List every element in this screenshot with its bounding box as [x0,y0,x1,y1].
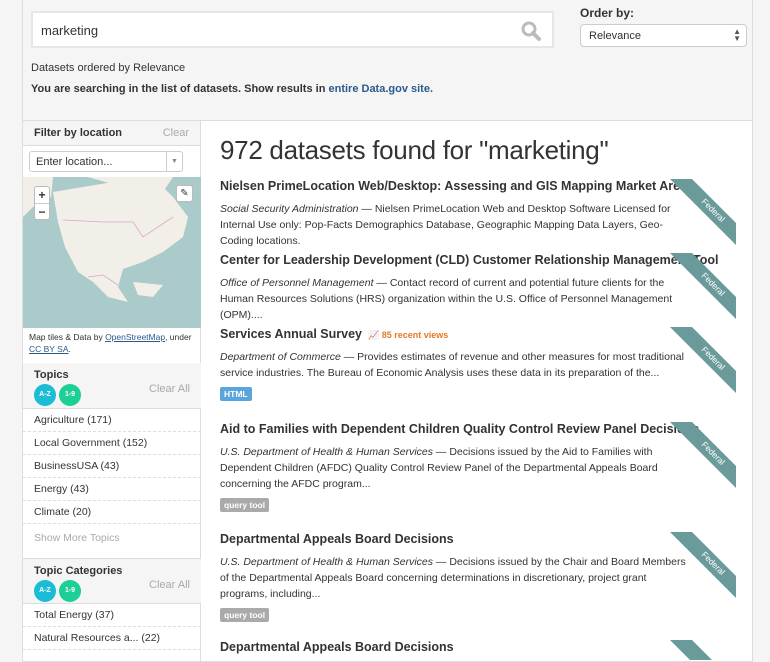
topic-item[interactable]: Local Government (152) [23,432,201,455]
location-title: Filter by location [34,127,123,139]
osm-link[interactable]: OpenStreetMap [105,332,165,342]
category-item[interactable]: Total Energy (37) [23,604,201,627]
result-title[interactable]: Aid to Families with Dependent Children … [220,422,740,436]
map-zoom-control: + − [34,186,50,220]
ordered-text: Datasets ordered by Relevance [31,62,186,74]
scope-text: You are searching in the list of dataset… [31,83,433,95]
views-text: 85 recent views [381,330,449,340]
format-badge[interactable]: HTML [220,387,252,401]
categories-title: Topic Categories [34,565,123,577]
result-desc: Department of Commerce — Provides estima… [220,349,695,381]
location-placeholder: Enter location... [36,156,113,168]
search-panel: marketing Order by: Relevance ▲ ▼ Datasets… [22,0,753,120]
attr-mid: , under [165,332,192,342]
dropdown-icon[interactable]: ▼ [166,152,182,171]
zoom-in-button[interactable]: + [35,187,49,203]
result-title[interactable]: Departmental Appeals Board Decisions [220,532,740,546]
result-org: Department of Commerce [220,351,341,363]
select-arrows-icon: ▲ ▼ [733,27,741,43]
result-org: Social Security Administration [220,203,359,215]
result-title[interactable]: Departmental Appeals Board Decisions [220,640,740,654]
search-icon[interactable] [520,20,542,42]
order-select[interactable]: Relevance ▲ ▼ [580,24,747,47]
map-attribution: Map tiles & Data by OpenStreetMap, under… [29,332,192,354]
pencil-icon[interactable]: ✎ [176,185,193,202]
result-item: Nielsen PrimeLocation Web/Desktop: Asses… [220,179,740,249]
attr-prefix: Map tiles & Data by [29,332,106,342]
result-desc: U.S. Department of Health & Human Servic… [220,554,695,602]
result-item: Center for Leadership Development (CLD) … [220,253,740,323]
topic-item[interactable]: Climate (20) [23,501,201,524]
result-desc: Social Security Administration — Nielsen… [220,201,695,249]
result-org: Office of Personnel Management [220,277,374,289]
result-item: Services Annual Survey 📈 85 recent views … [220,327,740,402]
result-title[interactable]: Services Annual Survey [220,327,362,341]
location-map[interactable]: + − ✎ [23,177,201,328]
result-org: U.S. Department of Health & Human Servic… [220,446,434,458]
categories-header: Topic Categories A-Z 1-9 Clear All [23,558,201,604]
sort-count-button[interactable]: 1-9 [59,384,81,406]
search-value: marketing [41,23,99,38]
result-title[interactable]: Nielsen PrimeLocation Web/Desktop: Asses… [220,179,740,193]
entire-site-link[interactable]: entire Data.gov site. [328,83,433,95]
topics-clear-all[interactable]: Clear All [149,383,190,395]
format-badge[interactable]: query tool [220,608,270,622]
zoom-out-button[interactable]: − [35,203,49,220]
result-title[interactable]: Center for Leadership Development (CLD) … [220,253,740,267]
order-label: Order by: [580,6,635,20]
results-heading: 972 datasets found for "marketing" [220,135,609,165]
results-panel: 972 datasets found for "marketing" Niels… [202,121,752,661]
categories-clear-all[interactable]: Clear All [149,579,190,591]
category-item[interactable]: Natural Resources a... (22) [23,627,201,650]
result-item: Departmental Appeals Board Decisions [220,640,740,661]
license-link[interactable]: CC BY SA [29,344,69,354]
topic-item[interactable]: Energy (43) [23,478,201,501]
location-input[interactable]: Enter location... ▼ [29,151,183,172]
trending-icon: 📈 [367,330,380,340]
result-desc: U.S. Department of Health & Human Servic… [220,444,695,492]
sort-az-button[interactable]: A-Z [34,384,56,406]
format-badge[interactable]: query tool [220,498,270,512]
result-org: U.S. Department of Health & Human Servic… [220,556,434,568]
order-value: Relevance [589,30,641,42]
topic-item[interactable]: BusinessUSA (43) [23,455,201,478]
topic-item[interactable]: Agriculture (171) [23,409,201,432]
result-title-row: Services Annual Survey 📈 85 recent views [220,327,740,341]
show-more-topics[interactable]: Show More Topics [23,524,201,558]
recent-views: 📈 85 recent views [368,330,448,340]
topics-header: Topics A-Z 1-9 Clear All [23,363,201,409]
location-header: Filter by location Clear [23,121,200,146]
sort-az-button[interactable]: A-Z [34,580,56,602]
location-clear[interactable]: Clear [163,127,189,139]
sort-count-button[interactable]: 1-9 [59,580,81,602]
search-input[interactable]: marketing [31,11,554,48]
result-item: Departmental Appeals Board Decisions U.S… [220,532,740,623]
result-desc: Office of Personnel Management — Contact… [220,275,695,323]
scope-prefix: You are searching in the list of dataset… [31,83,329,95]
result-item: Aid to Families with Dependent Children … [220,422,740,513]
topics-title: Topics [34,369,69,381]
sidebar: Filter by location Clear Enter location.… [23,121,201,661]
